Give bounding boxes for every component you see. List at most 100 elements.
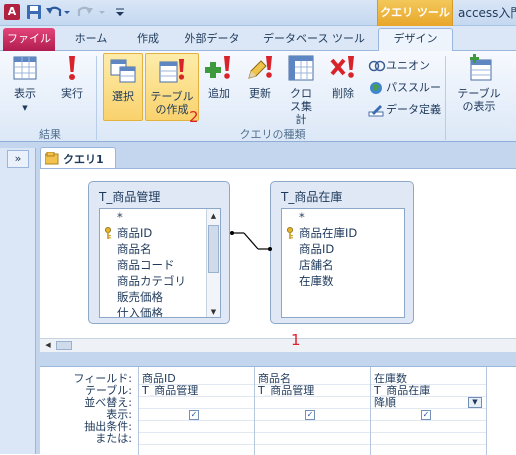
relationship-join-line[interactable] (228, 225, 274, 255)
tab-create[interactable]: 作成 (125, 29, 171, 51)
field-list[interactable]: * 商品ID 商品名 商品コード 商品カテゴリ 販売価格 仕入価格 ▲ ▼ (99, 208, 221, 318)
grid-cell-show[interactable]: ✓ (371, 409, 486, 421)
grid-column-1[interactable]: 商品ID T_商品管理 ✓ (138, 367, 254, 455)
undo-icon[interactable] (45, 4, 71, 20)
show-table-button-label: テーブルの表示 (457, 87, 501, 113)
scroll-left-arrow-icon[interactable]: ◀ (42, 340, 54, 351)
scroll-down-arrow-icon[interactable]: ▼ (207, 305, 220, 317)
field-list-item[interactable]: 在庫数 (282, 273, 404, 289)
field-list-item[interactable]: 商品名 (100, 241, 220, 257)
field-list-item[interactable]: 店舗名 (282, 257, 404, 273)
grid-cell-or[interactable] (255, 433, 370, 445)
field-name: 店舗名 (299, 258, 334, 272)
customize-quick-access-icon[interactable] (113, 4, 127, 20)
pass-through-button-label: パススルー (386, 81, 441, 94)
run-button[interactable]: 実行 (55, 54, 89, 100)
annotation-marker-2: 2 (189, 108, 199, 126)
grid-row-label: フィールド: (73, 372, 133, 385)
grid-cell-sort[interactable] (139, 397, 254, 409)
grid-column-3[interactable]: 在庫数 T_商品在庫 降順 ▼ ✓ (370, 367, 486, 455)
pane-splitter-bar[interactable] (40, 352, 516, 366)
union-button[interactable]: ユニオン (368, 58, 430, 74)
grid-cell-field[interactable]: 商品名 (255, 373, 370, 385)
field-list-scrollbar[interactable]: ▲ ▼ (206, 209, 220, 317)
tab-database-tools[interactable]: データベース ツール (258, 29, 370, 51)
grid-cell-criteria[interactable] (371, 421, 486, 433)
field-list-item[interactable]: 商品カテゴリ (100, 273, 220, 289)
tab-file[interactable]: ファイル (3, 28, 55, 51)
document-tab-query1[interactable]: クエリ1 (40, 147, 116, 168)
grid-row-label: 抽出条件: (84, 420, 132, 433)
document-tab-label: クエリ1 (63, 153, 104, 166)
table-box-t-product-management[interactable]: T_商品管理 * 商品ID 商品名 商品コード 商品カテゴリ 販売価格 仕入価格 ▲ ▼ (88, 181, 230, 324)
scroll-thumb[interactable] (208, 225, 219, 273)
grid-column-empty[interactable] (486, 367, 516, 455)
field-list-item[interactable]: 販売価格 (100, 289, 220, 305)
grid-cell-or[interactable] (371, 433, 486, 445)
scroll-up-arrow-icon[interactable]: ▲ (207, 209, 220, 223)
grid-cell-table[interactable]: T_商品管理 (139, 385, 254, 397)
grid-cell-show[interactable]: ✓ (139, 409, 254, 421)
tab-design[interactable]: デザイン (378, 28, 453, 51)
field-list-item[interactable]: 商品コード (100, 257, 220, 273)
delete-button[interactable]: 削除 (326, 54, 360, 100)
grid-cell-field-text: 在庫数 (374, 373, 407, 385)
table-box-t-product-stock[interactable]: T_商品在庫 * 商品在庫ID 商品ID 店舗名 在庫数 (270, 181, 414, 324)
show-checkbox[interactable]: ✓ (305, 410, 315, 420)
grid-cell-sort[interactable] (255, 397, 370, 409)
field-name: * (299, 210, 305, 224)
view-button[interactable]: 表示 ▼ (8, 54, 42, 115)
horizontal-scroll-thumb[interactable] (56, 341, 72, 350)
grid-cell-or[interactable] (139, 433, 254, 445)
tab-external-data[interactable]: 外部データ (177, 29, 247, 51)
query-tab-icon (45, 152, 59, 165)
update-button-label: 更新 (249, 87, 271, 100)
select-query-button[interactable]: 選択 (103, 53, 143, 121)
crosstab-button-label: クロス集計 (290, 87, 312, 126)
save-icon[interactable] (26, 4, 42, 20)
field-list-item[interactable]: 仕入価格 (100, 305, 220, 317)
field-list-item[interactable]: 商品在庫ID (282, 225, 404, 241)
grid-column-2[interactable]: 商品名 T_商品管理 ✓ (254, 367, 370, 455)
grid-row-label: または: (95, 432, 132, 445)
navigation-pane-collapsed[interactable] (0, 148, 36, 454)
field-list-item[interactable]: 商品ID (100, 225, 220, 241)
sort-dropdown-arrow-icon[interactable]: ▼ (468, 397, 482, 408)
delete-button-label: 削除 (332, 87, 354, 100)
grid-cell-criteria[interactable] (255, 421, 370, 433)
view-dropdown-arrow-icon: ▼ (22, 104, 28, 112)
grid-row-labels: フィールド: テーブル: 並べ替え: 表示: 抽出条件: または: (40, 367, 138, 455)
pass-through-button[interactable]: パススルー (368, 80, 441, 96)
append-button[interactable]: 追加 (202, 54, 236, 100)
results-group-label: 結果 (39, 128, 61, 141)
crosstab-button[interactable]: クロス集計 (284, 54, 318, 126)
upper-pane-horizontal-scrollbar[interactable]: ◀ (40, 338, 516, 352)
nav-pane-toggle-button[interactable]: » (7, 150, 29, 168)
query-type-group-label: クエリの種類 (239, 128, 306, 141)
data-definition-button[interactable]: データ定義 (368, 102, 441, 118)
field-list-item[interactable]: * (100, 209, 220, 225)
grid-cell-table[interactable]: T_商品在庫 (371, 385, 486, 397)
field-name: * (117, 210, 123, 224)
grid-cell-show[interactable]: ✓ (255, 409, 370, 421)
grid-cell-field[interactable]: 在庫数 (371, 373, 486, 385)
field-list-item[interactable]: * (282, 209, 404, 225)
update-button[interactable]: 更新 (243, 54, 277, 100)
tab-home[interactable]: ホーム (66, 29, 116, 51)
field-list[interactable]: * 商品在庫ID 商品ID 店舗名 在庫数 (281, 208, 405, 318)
grid-cell-field[interactable]: 商品ID (139, 373, 254, 385)
ribbon-separator (445, 56, 446, 140)
window-title: access入門 (458, 6, 516, 20)
make-table-icon (159, 59, 185, 83)
select-query-button-label: 選択 (112, 90, 134, 103)
grid-cell-table[interactable]: T_商品管理 (255, 385, 370, 397)
grid-row-label: 表示: (106, 408, 132, 421)
redo-icon[interactable] (73, 4, 109, 20)
grid-cell-sort[interactable]: 降順 ▼ (371, 397, 486, 409)
show-table-button[interactable]: テーブルの表示 (451, 54, 507, 113)
show-checkbox[interactable]: ✓ (189, 410, 199, 420)
access-app-icon[interactable]: A (4, 4, 20, 20)
show-checkbox[interactable]: ✓ (421, 410, 431, 420)
grid-cell-criteria[interactable] (139, 421, 254, 433)
field-list-item[interactable]: 商品ID (282, 241, 404, 257)
